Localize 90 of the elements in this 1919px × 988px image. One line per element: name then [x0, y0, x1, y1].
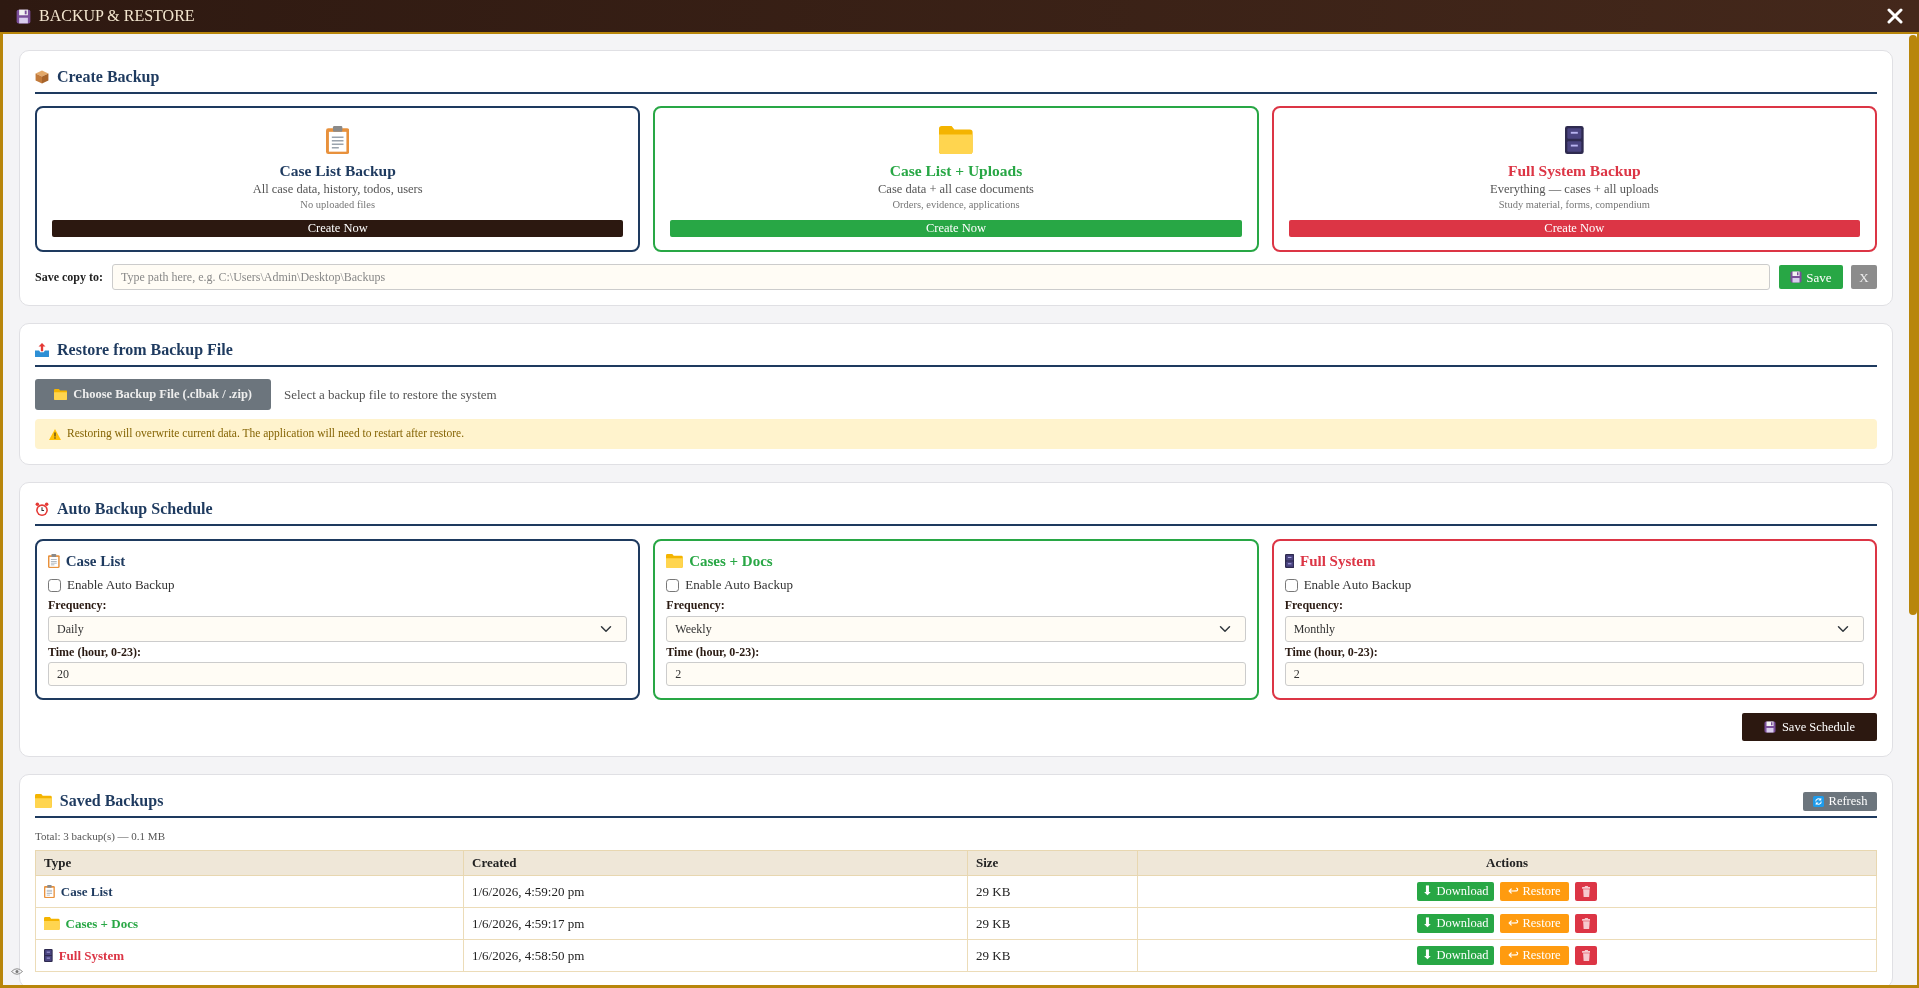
frequency-select[interactable]: Daily: [48, 616, 628, 642]
trash-icon: [1581, 886, 1591, 897]
time-input-field[interactable]: 20: [48, 662, 628, 686]
schedule-title: Cases + Docs: [689, 552, 773, 571]
checkbox-label: Enable Auto Backup: [685, 576, 793, 595]
refresh-icon: [1812, 795, 1824, 807]
clipboard-icon: [48, 554, 60, 568]
table-cell: 29 KB: [967, 939, 1138, 972]
upload-tray-icon: [35, 343, 49, 357]
option-description: All case data, history, todos, users: [252, 182, 423, 197]
create-now-button[interactable]: Create Now: [52, 220, 624, 237]
table-cell: 1/6/2026, 4:59:17 pm: [463, 907, 968, 940]
field-label: Time (hour, 0-23):: [1284, 645, 1378, 659]
option-title: Full System Backup: [1508, 161, 1641, 181]
close-button[interactable]: [1887, 8, 1903, 24]
checkbox-label: Enable Auto Backup: [67, 576, 175, 595]
folder-icon: [666, 554, 684, 568]
field-label: Save copy to:: [35, 269, 103, 286]
time-input-field[interactable]: 2: [1284, 662, 1864, 686]
option-note: Study material, forms, compendium: [1498, 198, 1650, 211]
table-cell: 29 KB: [967, 907, 1138, 940]
choose-file-button[interactable]: Choose Backup File (.clbak / .zip): [35, 379, 271, 410]
frequency-select[interactable]: Monthly: [1284, 616, 1864, 642]
close-icon: [1887, 8, 1903, 24]
enable-checkbox[interactable]: [48, 578, 61, 592]
scrollbar-thumb[interactable]: [1909, 35, 1917, 615]
field-label: Time (hour, 0-23):: [666, 645, 760, 659]
alarm-clock-icon: [35, 502, 49, 516]
delete-button[interactable]: [1575, 914, 1597, 933]
file-cabinet-icon: [1565, 126, 1584, 154]
download-button[interactable]: ⬇ Download: [1417, 946, 1494, 965]
folder-icon: [54, 389, 68, 400]
clipboard-icon: [326, 126, 350, 154]
package-icon: [35, 70, 49, 84]
create-now-button[interactable]: Create Now: [1288, 220, 1860, 237]
trash-icon: [1581, 918, 1591, 929]
option-title: Case List + Uploads: [889, 161, 1023, 181]
save-schedule-button[interactable]: Save Schedule: [1742, 713, 1877, 741]
folder-icon: [44, 917, 60, 930]
section-title: Create Backup: [57, 67, 160, 88]
section-title: Saved Backups: [59, 791, 164, 812]
enable-checkbox[interactable]: [1284, 578, 1298, 592]
option-title: Case List Backup: [279, 161, 396, 181]
option-note: Orders, evidence, applications: [892, 198, 1020, 211]
warning-text: Restoring will overwrite current data. The application will need to restart after restore.: [67, 426, 465, 442]
section-title: Restore from Backup File: [57, 340, 233, 361]
field-label: Frequency:: [48, 598, 107, 612]
clipboard-icon: [44, 885, 55, 898]
download-button[interactable]: ⬇ Download: [1417, 914, 1494, 933]
backup-type-label: Case List: [60, 882, 113, 901]
option-note: No uploaded files: [300, 198, 375, 211]
refresh-button[interactable]: Refresh: [1803, 791, 1877, 811]
enable-checkbox[interactable]: [666, 578, 680, 592]
schedule-title: Case List: [65, 552, 126, 571]
table-cell: 29 KB: [967, 875, 1138, 908]
save-button[interactable]: Save: [1779, 265, 1843, 289]
file-cabinet-icon: [1284, 554, 1294, 568]
column-header: Actions: [1137, 850, 1877, 876]
clear-button[interactable]: X: [1851, 265, 1877, 289]
file-cabinet-icon: [44, 949, 53, 962]
backup-type-label: Full System: [58, 946, 125, 965]
hint-text: Select a backup file to restore the system: [284, 385, 497, 404]
path-input-field[interactable]: Type path here, e.g. C:\Users\Admin\Desktop\Backups: [112, 264, 1770, 290]
table-cell: 1/6/2026, 4:59:20 pm: [463, 875, 968, 908]
schedule-title: Full System: [1300, 552, 1376, 571]
option-description: Everything — cases + all uploads: [1490, 182, 1659, 197]
field-label: Frequency:: [666, 598, 725, 612]
trash-icon: [1581, 950, 1591, 961]
checkbox-label: Enable Auto Backup: [1303, 576, 1412, 595]
total-summary: Total: 3 backup(s) — 0.1 MB: [35, 829, 165, 843]
warning-icon: [49, 428, 61, 440]
table-cell: 1/6/2026, 4:58:50 pm: [463, 939, 968, 972]
column-header: Size: [967, 850, 1138, 876]
column-header: Type: [35, 850, 464, 876]
field-label: Time (hour, 0-23):: [48, 645, 141, 659]
field-label: Frequency:: [1284, 598, 1344, 612]
delete-button[interactable]: [1575, 946, 1597, 965]
section-title: Auto Backup Schedule: [57, 499, 213, 520]
download-button[interactable]: ⬇ Download: [1417, 882, 1494, 901]
create-now-button[interactable]: Create Now: [670, 220, 1242, 237]
folder-icon: [35, 794, 52, 808]
window-title: BACKUP & RESTORE: [39, 6, 195, 26]
backup-type-label: Cases + Docs: [65, 914, 138, 933]
eye-icon: [11, 968, 23, 975]
option-description: Case data + all case documents: [878, 182, 1034, 197]
time-input-field[interactable]: 2: [666, 662, 1246, 686]
delete-button[interactable]: [1575, 882, 1597, 901]
column-header: Created: [463, 850, 968, 876]
frequency-select[interactable]: Weekly: [666, 616, 1246, 642]
folder-icon: [939, 126, 973, 154]
